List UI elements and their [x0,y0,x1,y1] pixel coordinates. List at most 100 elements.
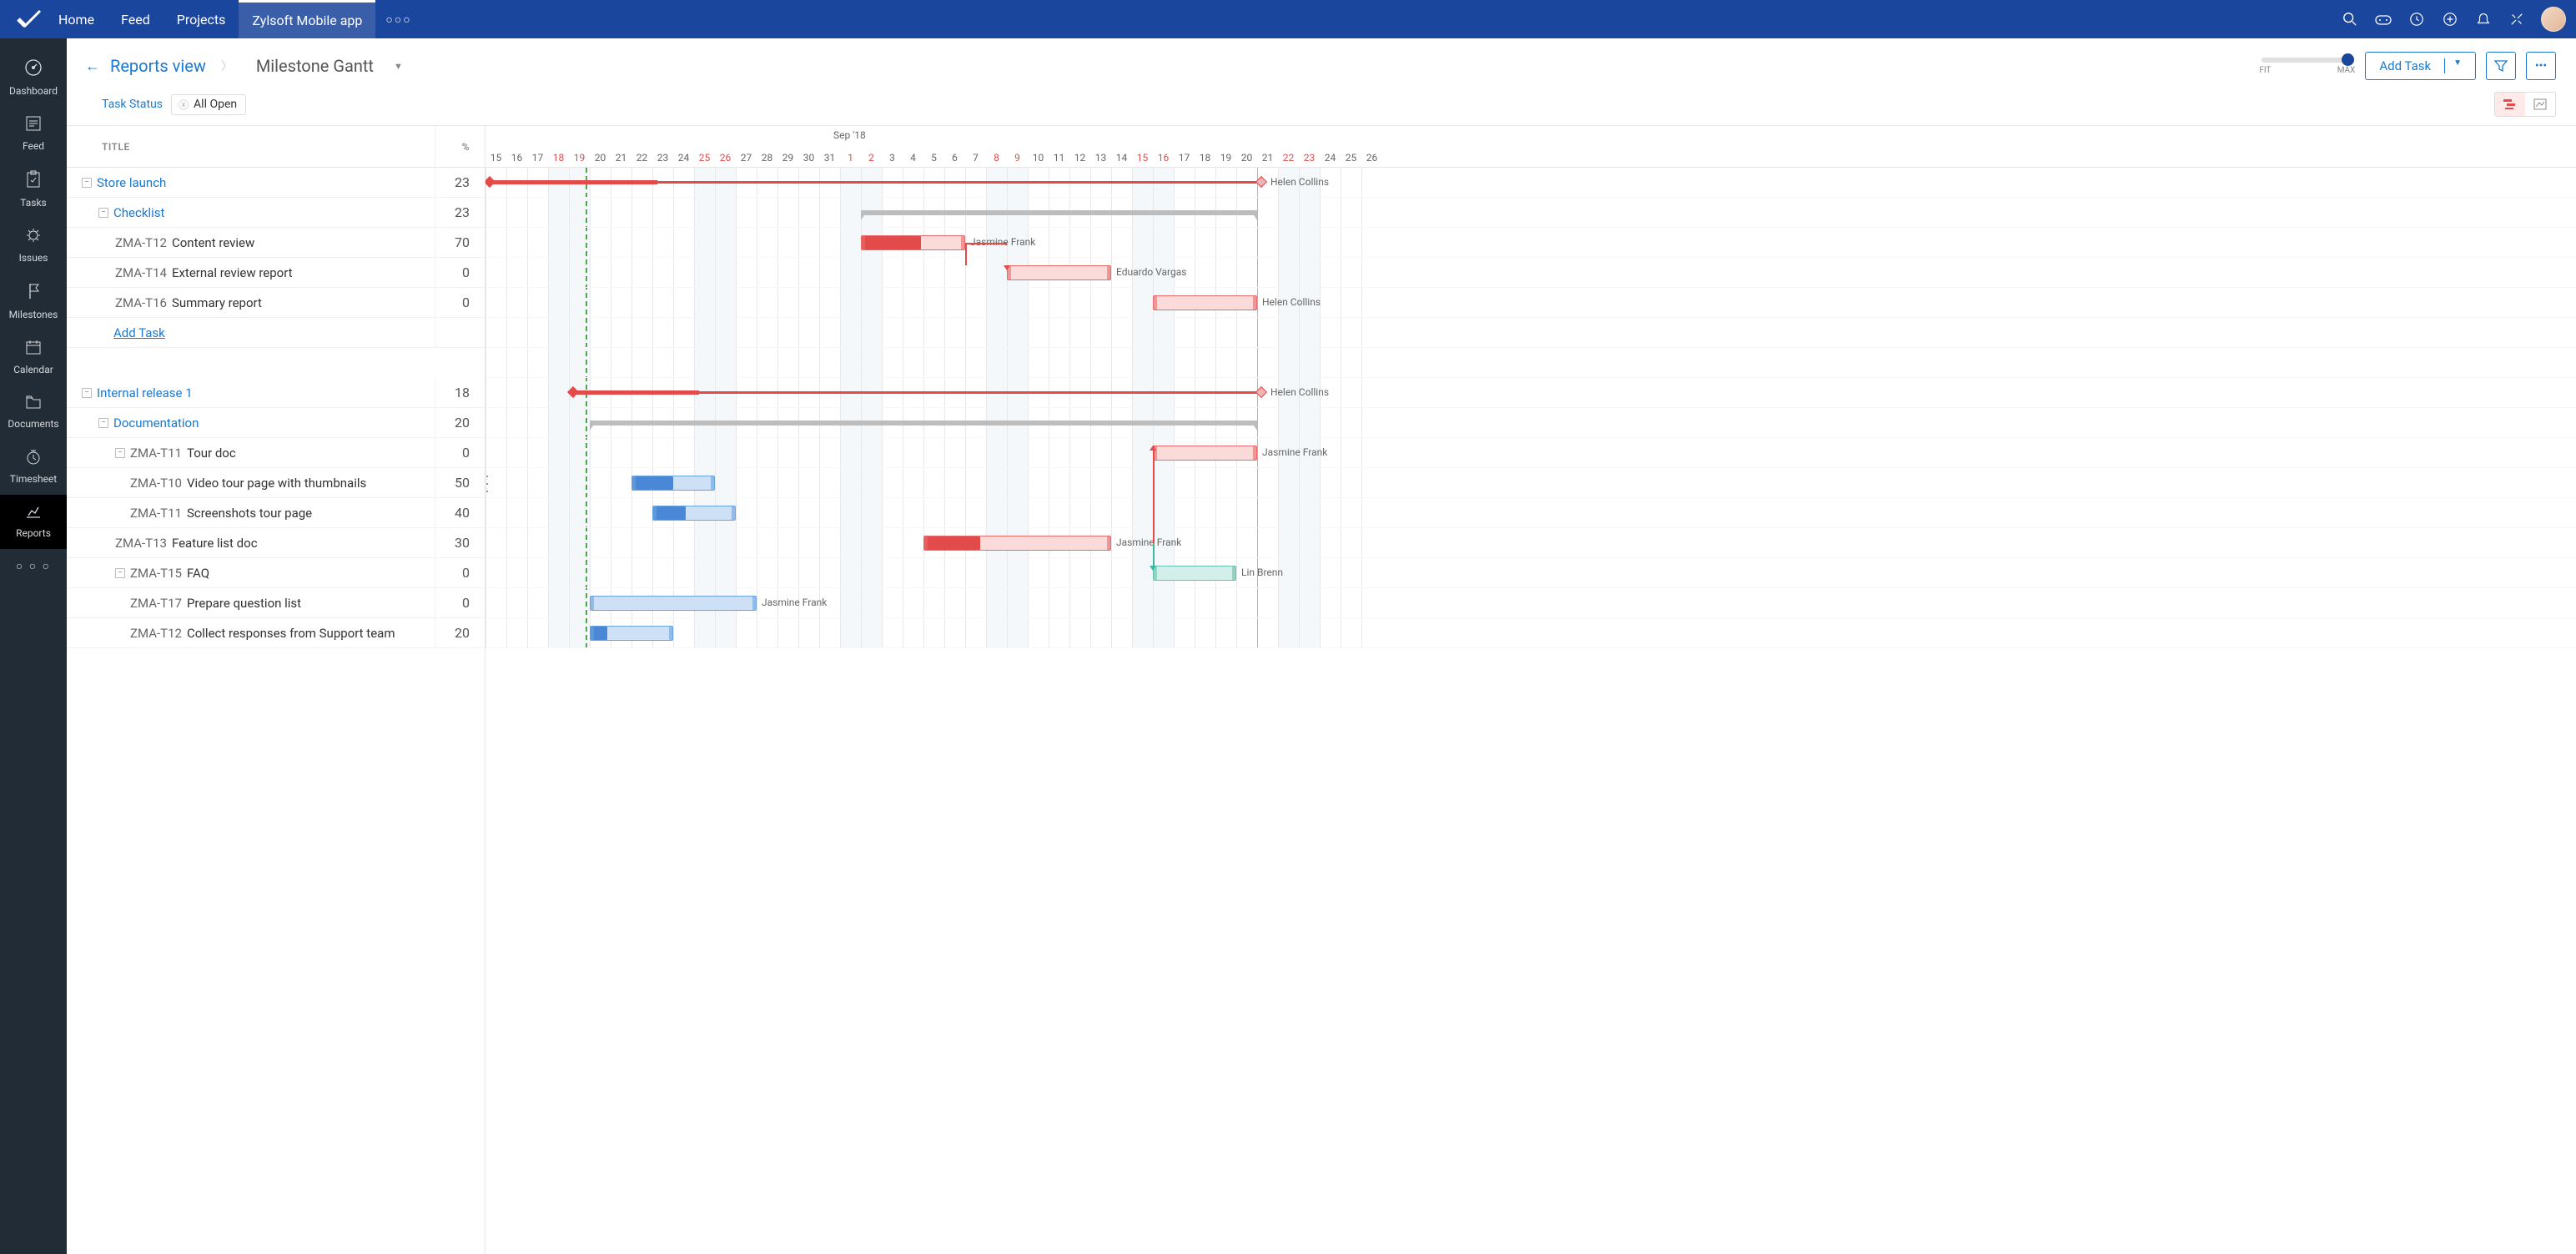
task-id: ZMA-T17 [130,596,182,611]
collapse-toggle-icon[interactable]: − [98,208,108,218]
search-icon[interactable] [2341,10,2359,28]
sidebar-item-issues[interactable]: Issues [0,219,67,274]
task-row[interactable]: −ZMA-T15 FAQ0 [67,558,485,588]
task-row[interactable]: ZMA-T12 Collect responses from Support t… [67,618,485,648]
milestone-end-diamond[interactable] [1255,176,1267,188]
task-bar[interactable] [1153,295,1257,310]
topnav-home[interactable]: Home [45,0,108,38]
task-name[interactable]: Content review [172,235,254,250]
filter-clear-icon[interactable]: ⓧ [179,98,189,112]
bell-icon[interactable] [2474,10,2493,28]
filter-icon[interactable] [2486,52,2516,80]
summary-bar[interactable] [590,421,1257,426]
task-row[interactable]: −ZMA-T11 Tour doc0 [67,438,485,468]
back-arrow-icon[interactable]: ← [85,58,100,75]
task-row[interactable]: −Internal release 118 [67,378,485,408]
sidebar-item-tasks[interactable]: Tasks [0,162,67,219]
more-actions-icon[interactable]: ••• [2526,52,2556,80]
clock-icon[interactable] [2407,10,2426,28]
collapse-toggle-icon[interactable]: − [82,388,92,398]
plus-circle-icon[interactable] [2441,10,2459,28]
task-row[interactable]: −Store launch23 [67,168,485,198]
task-row[interactable]: ZMA-T12 Content review70 [67,228,485,258]
collapse-toggle-icon[interactable]: − [98,418,108,428]
timeline-panel[interactable]: Sep '18 15161718192021222324252627282930… [486,126,2576,1254]
task-name[interactable]: Tour doc [187,446,236,461]
breadcrumb-parent[interactable]: Reports view [110,56,206,76]
task-row[interactable]: Add Task [67,318,485,348]
task-name[interactable]: Collect responses from Support team [187,626,395,641]
collapse-toggle-icon[interactable]: − [115,448,125,458]
topnav-feed[interactable]: Feed [108,0,164,38]
add-task-button[interactable]: Add Task ▼ [2365,52,2476,80]
day-header: 3 [882,152,903,164]
task-row[interactable]: ZMA-T13 Feature list doc30 [67,528,485,558]
zoom-slider[interactable]: FITMAX [2259,58,2355,75]
sidebar-item-dashboard[interactable]: Dashboard [0,50,67,107]
gantt-view-icon[interactable] [2495,93,2525,116]
sidebar-item-feed[interactable]: Feed [0,107,67,162]
page-toolbar: ← Reports view 〉 Milestone Gantt ▼ FITMA… [67,38,2576,88]
task-row[interactable] [67,348,485,378]
task-name[interactable]: External review report [172,265,293,280]
page-title[interactable]: Milestone Gantt [248,56,374,76]
sidebar-item-milestones[interactable]: Milestones [0,274,67,330]
task-bar[interactable] [861,235,965,250]
chevron-right-icon: 〉 [216,58,238,74]
task-row[interactable]: −Documentation20 [67,408,485,438]
task-name[interactable]: Summary report [172,295,262,310]
task-bar[interactable] [631,476,715,491]
task-row[interactable]: ZMA-T10 Video tour page with thumbnails5… [67,468,485,498]
task-bar[interactable] [590,596,757,611]
task-name[interactable]: Video tour page with thumbnails [187,476,366,491]
task-bar[interactable] [590,626,673,641]
chart-view-icon[interactable] [2525,93,2555,116]
sidebar-more-icon[interactable]: ○ ○ ○ [16,549,51,583]
topnav-zylsoft-mobile-app[interactable]: Zylsoft Mobile app [239,0,375,38]
tools-icon[interactable] [2508,10,2526,28]
dropdown-arrow-icon[interactable]: ▼ [384,61,403,72]
collapse-toggle-icon[interactable]: − [115,568,125,578]
task-bar[interactable] [923,536,1111,551]
topnav-projects[interactable]: Projects [164,0,239,38]
task-row[interactable]: ZMA-T16 Summary report0 [67,288,485,318]
task-bar[interactable] [1007,265,1111,280]
gamepad-icon[interactable] [2374,10,2392,28]
milestone-start-diamond[interactable] [567,386,579,398]
milestone-start-diamond[interactable] [486,176,496,188]
summary-bar[interactable] [861,210,1257,215]
task-percent: 50 [435,468,485,497]
sidebar-item-timesheet[interactable]: Timesheet [0,440,67,495]
filter-label[interactable]: Task Status [102,98,163,111]
add-task-link[interactable]: Add Task [82,325,165,340]
group-label[interactable]: Documentation [113,415,199,431]
task-bar[interactable] [652,506,736,521]
filter-chip[interactable]: ⓧ All Open [171,94,246,115]
task-name[interactable]: Prepare question list [187,596,301,611]
task-name[interactable]: Screenshots tour page [187,506,312,521]
task-row[interactable]: ZMA-T11 Screenshots tour page40 [67,498,485,528]
nav-more-icon[interactable]: ○○○ [375,13,421,27]
add-task-dropdown-icon[interactable]: ▼ [2444,58,2462,73]
gantt-row: Helen Collins [486,168,2576,198]
milestone-end-diamond[interactable] [1255,386,1267,398]
topbar-actions [2341,7,2566,32]
task-row[interactable]: ZMA-T14 External review report0 [67,258,485,288]
task-name[interactable]: Feature list doc [172,536,258,551]
user-avatar[interactable] [2541,7,2566,32]
task-name[interactable]: FAQ [187,566,209,581]
day-header: 15 [1132,152,1153,164]
collapse-toggle-icon[interactable]: − [82,178,92,188]
group-label[interactable]: Store launch [97,175,166,190]
sidebar-item-label: Tasks [20,197,47,209]
task-bar[interactable] [1153,566,1236,581]
group-label[interactable]: Checklist [113,205,164,220]
sidebar-item-calendar[interactable]: Calendar [0,330,67,385]
task-row[interactable]: ZMA-T17 Prepare question list0 [67,588,485,618]
group-label[interactable]: Internal release 1 [97,385,193,400]
task-bar[interactable] [1153,446,1257,461]
sidebar-item-documents[interactable]: Documents [0,385,67,440]
task-row[interactable]: −Checklist23 [67,198,485,228]
app-logo[interactable] [13,9,45,29]
sidebar-item-reports[interactable]: Reports [0,495,67,549]
